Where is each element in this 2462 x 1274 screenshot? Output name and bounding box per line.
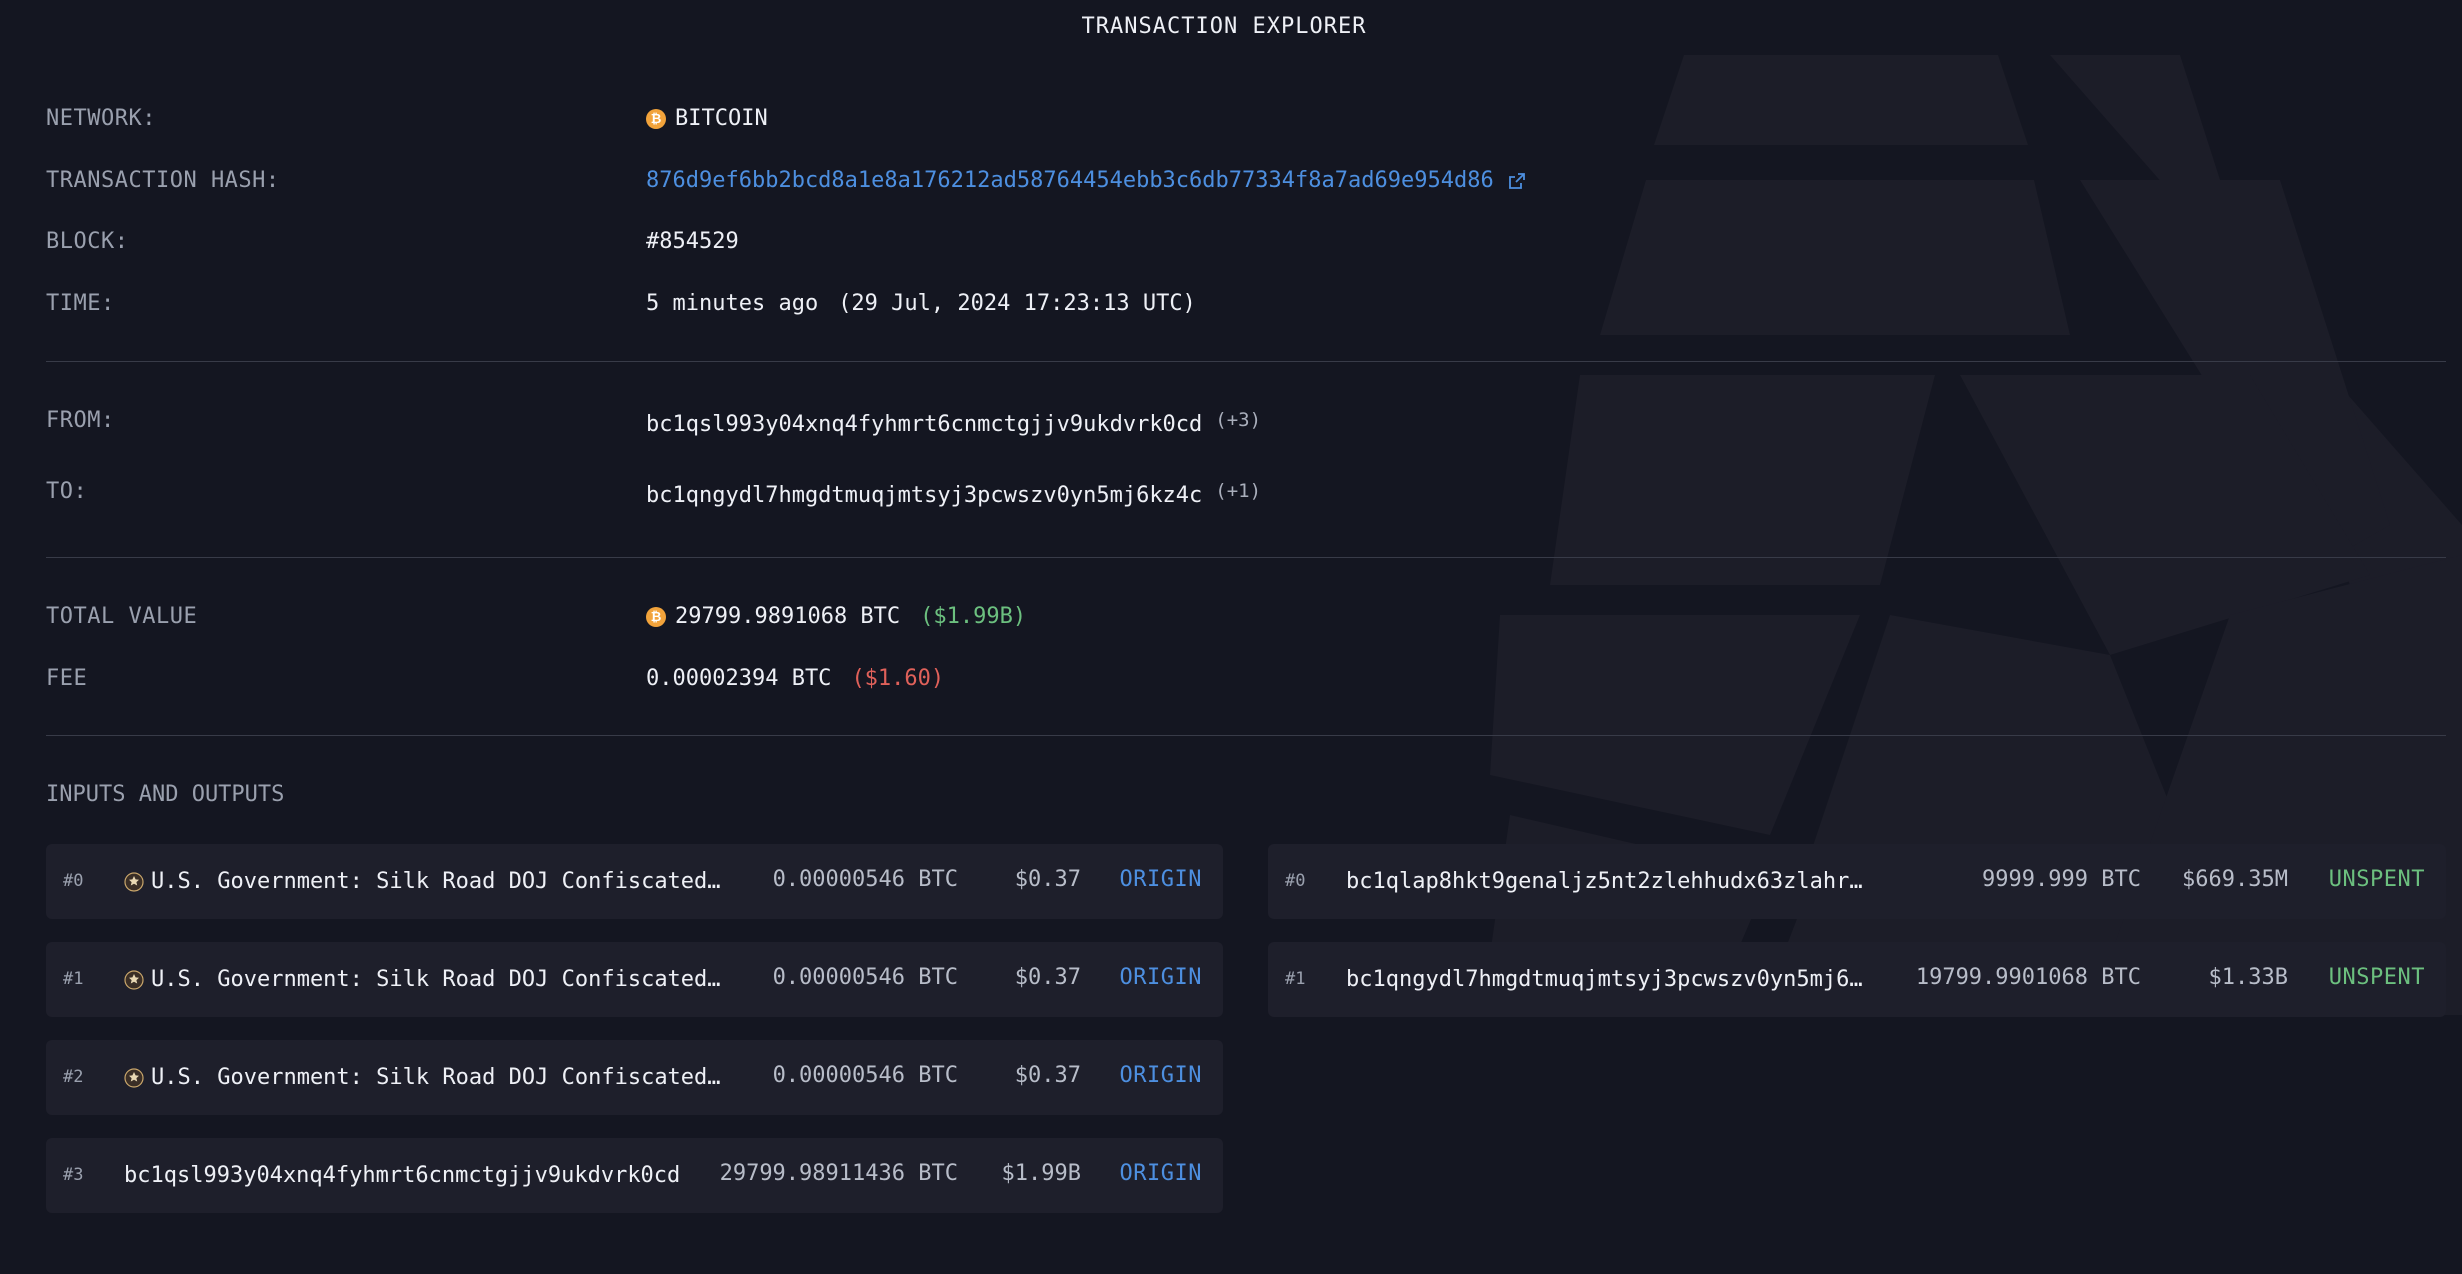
divider (46, 557, 2446, 558)
total-value: ₿ 29799.9891068 BTC ($1.99B) (646, 604, 1026, 629)
input-amount: 0.00000546 BTC (773, 1063, 958, 1088)
block-label: BLOCK: (46, 229, 128, 254)
output-amount: 9999.999 BTC (1982, 867, 2141, 892)
hash-row: TRANSACTION HASH: 876d9ef6bb2bcd8a1e8a17… (46, 168, 2446, 208)
total-btc: 29799.9891068 BTC (675, 604, 900, 629)
total-usd: ($1.99B) (920, 604, 1026, 629)
input-row[interactable]: #2 U.S. Government: Silk Road DOJ Confis… (46, 1040, 1223, 1115)
input-status[interactable]: ORIGIN (1120, 1161, 1202, 1186)
output-usd: $669.35M (2182, 867, 2288, 892)
output-address[interactable]: bc1qlap8hkt9genaljz5nt2zlehhudx63zlahr2v… (1346, 869, 1866, 894)
time-label: TIME: (46, 291, 115, 316)
output-row[interactable]: #0 bc1qlap8hkt9genaljz5nt2zlehhudx63zlah… (1268, 844, 2446, 919)
output-status[interactable]: UNSPENT (2329, 867, 2425, 892)
fee-btc: 0.00002394 BTC (646, 666, 831, 691)
us-government-seal-icon (124, 1068, 144, 1088)
bitcoin-icon: ₿ (646, 109, 666, 129)
output-index: #0 (1285, 871, 1305, 891)
output-index: #1 (1285, 969, 1305, 989)
page-title: TRANSACTION EXPLORER (0, 14, 2448, 39)
input-index: #2 (63, 1067, 83, 1087)
from-row: FROM: bc1qsl993y04xnq4fyhmrt6cnmctgjjv9u… (46, 408, 2446, 448)
input-usd: $0.37 (1015, 1063, 1081, 1088)
fee-usd: ($1.60) (851, 666, 944, 691)
input-row[interactable]: #1 U.S. Government: Silk Road DOJ Confis… (46, 942, 1223, 1017)
time-absolute: (29 Jul, 2024 17:23:13 UTC) (838, 291, 1196, 316)
input-amount: 29799.98911436 BTC (720, 1161, 958, 1186)
total-value-label: TOTAL VALUE (46, 604, 197, 629)
time-row: TIME: 5 minutes ago (29 Jul, 2024 17:23:… (46, 291, 2446, 331)
total-value-row: TOTAL VALUE ₿ 29799.9891068 BTC ($1.99B) (46, 604, 2446, 644)
input-status[interactable]: ORIGIN (1120, 965, 1202, 990)
from-address[interactable]: bc1qsl993y04xnq4fyhmrt6cnmctgjjv9ukdvrk0… (646, 412, 1202, 437)
hash-label: TRANSACTION HASH: (46, 168, 280, 193)
output-address[interactable]: bc1qngydl7hmgdtmuqjmtsyj3pcwszv0yn5mj6kz… (1346, 967, 1866, 992)
network-row: NETWORK: ₿ BITCOIN (46, 106, 2446, 146)
from-value: bc1qsl993y04xnq4fyhmrt6cnmctgjjv9ukdvrk0… (646, 412, 1261, 437)
block-row: BLOCK: #854529 (46, 229, 2446, 269)
transaction-explorer: TRANSACTION EXPLORER NETWORK: ₿ BITCOIN … (0, 0, 2462, 1274)
input-amount: 0.00000546 BTC (773, 965, 958, 990)
input-usd: $0.37 (1015, 965, 1081, 990)
time-relative: 5 minutes ago (646, 291, 818, 316)
network-label: NETWORK: (46, 106, 156, 131)
input-index: #1 (63, 969, 83, 989)
input-row[interactable]: #0 U.S. Government: Silk Road DOJ Confis… (46, 844, 1223, 919)
input-address[interactable]: U.S. Government: Silk Road DOJ Confiscat… (124, 1065, 724, 1090)
fee-value: 0.00002394 BTC ($1.60) (646, 666, 944, 691)
transaction-hash-link[interactable]: 876d9ef6bb2bcd8a1e8a176212ad58764454ebb3… (646, 168, 1494, 193)
input-address[interactable]: U.S. Government: Silk Road DOJ Confiscat… (124, 869, 724, 894)
fee-label: FEE (46, 666, 87, 691)
output-usd: $1.33B (2209, 965, 2288, 990)
bitcoin-icon: ₿ (646, 607, 666, 627)
network-value: ₿ BITCOIN (646, 106, 768, 131)
divider (46, 735, 2446, 736)
output-amount: 19799.9901068 BTC (1916, 965, 2141, 990)
input-status[interactable]: ORIGIN (1120, 867, 1202, 892)
us-government-seal-icon (124, 970, 144, 990)
output-row[interactable]: #1 bc1qngydl7hmgdtmuqjmtsyj3pcwszv0yn5mj… (1268, 942, 2446, 1017)
input-index: #3 (63, 1165, 83, 1185)
input-address[interactable]: U.S. Government: Silk Road DOJ Confiscat… (124, 967, 724, 992)
to-value: bc1qngydl7hmgdtmuqjmtsyj3pcwszv0yn5mj6kz… (646, 483, 1261, 508)
time-value: 5 minutes ago (29 Jul, 2024 17:23:13 UTC… (646, 291, 1196, 316)
input-status[interactable]: ORIGIN (1120, 1063, 1202, 1088)
external-link-icon[interactable] (1508, 172, 1526, 190)
to-label: TO: (46, 479, 87, 504)
us-government-seal-icon (124, 872, 144, 892)
output-status[interactable]: UNSPENT (2329, 965, 2425, 990)
fee-row: FEE 0.00002394 BTC ($1.60) (46, 666, 2446, 706)
input-usd: $1.99B (1002, 1161, 1081, 1186)
input-address[interactable]: bc1qsl993y04xnq4fyhmrt6cnmctgjjv9ukdvrk0… (124, 1163, 724, 1188)
to-address[interactable]: bc1qngydl7hmgdtmuqjmtsyj3pcwszv0yn5mj6kz… (646, 483, 1202, 508)
from-extra-count[interactable]: (+3) (1215, 409, 1261, 431)
hash-value: 876d9ef6bb2bcd8a1e8a176212ad58764454ebb3… (646, 168, 1526, 193)
divider (46, 361, 2446, 362)
to-extra-count[interactable]: (+1) (1215, 480, 1261, 502)
input-usd: $0.37 (1015, 867, 1081, 892)
to-row: TO: bc1qngydl7hmgdtmuqjmtsyj3pcwszv0yn5m… (46, 479, 2446, 519)
input-row[interactable]: #3 bc1qsl993y04xnq4fyhmrt6cnmctgjjv9ukdv… (46, 1138, 1223, 1213)
network-name: BITCOIN (675, 106, 768, 131)
from-label: FROM: (46, 408, 115, 433)
block-value: #854529 (646, 229, 739, 254)
input-amount: 0.00000546 BTC (773, 867, 958, 892)
input-index: #0 (63, 871, 83, 891)
inputs-outputs-title: INPUTS AND OUTPUTS (46, 782, 284, 807)
